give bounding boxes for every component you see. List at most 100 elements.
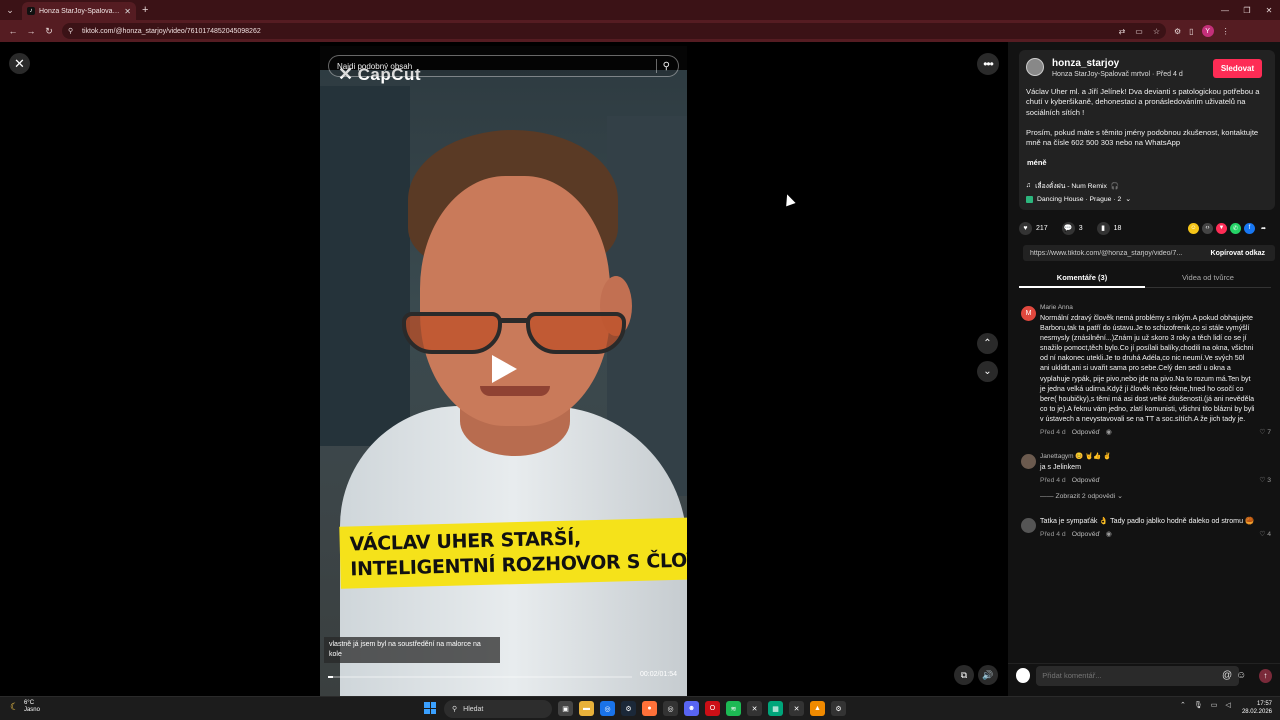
weather-widget[interactable]: ☾ 6°C Jasno bbox=[10, 700, 40, 714]
more-options-icon[interactable]: ••• bbox=[977, 53, 999, 75]
sidebar-icon[interactable]: ▯ bbox=[1189, 27, 1193, 36]
play-icon[interactable] bbox=[492, 355, 517, 383]
comment-time: Před 4 d bbox=[1040, 428, 1066, 436]
author-username[interactable]: honza_starjoy bbox=[1052, 58, 1119, 69]
windows-start-icon[interactable] bbox=[424, 702, 436, 714]
like-button[interactable]: ♥ 217 bbox=[1019, 221, 1048, 235]
location-link[interactable]: Dancing House · Prague · 2 ⌄ bbox=[1026, 195, 1131, 203]
forward-icon[interactable]: → bbox=[22, 22, 40, 40]
translate-icon[interactable]: ⇄ bbox=[1119, 27, 1126, 36]
steam-icon[interactable]: ⚙ bbox=[621, 701, 636, 716]
tray-chevron-icon[interactable]: ⌃ bbox=[1180, 701, 1186, 709]
taskbar-clock[interactable]: 17:57 28.02.2026 bbox=[1240, 700, 1272, 716]
browser-tab[interactable]: ♪ Honza StarJoy-Spalovač mrtvol ✕ bbox=[22, 2, 136, 20]
mention-icon[interactable]: @ bbox=[1222, 670, 1232, 681]
engagement-bar: ♥ 217 💬 3 ▮ 18 ☺ ‹› ▼ ✆ f ➦ bbox=[1019, 220, 1269, 236]
comment-like-button[interactable]: ♡ 7 bbox=[1259, 428, 1271, 436]
share-friends-icon[interactable]: ☺ bbox=[1188, 222, 1199, 234]
new-tab-icon[interactable]: + bbox=[142, 4, 148, 16]
close-icon[interactable]: ✕ bbox=[9, 53, 30, 74]
share-arrow-icon[interactable]: ➦ bbox=[1258, 223, 1269, 234]
extensions-icon[interactable]: ⚙ bbox=[1174, 27, 1181, 36]
comment-like-count: 4 bbox=[1267, 531, 1271, 539]
comment-composer: @ ☺ ↑ bbox=[1008, 663, 1280, 687]
spotify-icon[interactable]: ≋ bbox=[726, 701, 741, 716]
bookmark-star-icon[interactable]: ☆ bbox=[1153, 27, 1160, 36]
address-bar: ← → ↻ ⚲ tiktok.com/@honza_starjoy/video/… bbox=[0, 20, 1280, 42]
network-icon[interactable]: ▭ bbox=[1211, 701, 1218, 709]
reload-icon[interactable]: ↻ bbox=[40, 22, 58, 40]
microphone-icon[interactable]: 🎙 bbox=[1194, 701, 1203, 709]
chrome-icon[interactable]: ◎ bbox=[600, 701, 615, 716]
discord-icon[interactable]: ☻ bbox=[684, 701, 699, 716]
capcut-app-icon[interactable]: ✕ bbox=[747, 701, 762, 716]
facebook-icon[interactable]: f bbox=[1244, 222, 1255, 234]
cast-icon[interactable]: ▭ bbox=[1135, 27, 1143, 36]
reply-button[interactable]: Odpověď bbox=[1072, 429, 1100, 436]
comment-like-button[interactable]: ♡ 3 bbox=[1259, 476, 1271, 484]
vlc-icon[interactable]: ▲ bbox=[810, 701, 825, 716]
comment-meta: Před 4 d Odpověď ◉ ♡ 7 bbox=[1040, 428, 1271, 437]
window-close-icon[interactable]: ✕ bbox=[1258, 0, 1280, 20]
music-link[interactable]: ♫ เลื่องดั่งฝน - Num Remix 🎧 bbox=[1026, 180, 1119, 191]
whatsapp-icon[interactable]: ✆ bbox=[1230, 222, 1241, 234]
picture-in-picture-icon[interactable]: ⧉ bbox=[954, 665, 974, 685]
commenter-name[interactable]: Janettagym 😊 🤘👍 ✌ bbox=[1040, 452, 1271, 460]
file-explorer-icon[interactable]: ▬ bbox=[579, 701, 594, 716]
url-field[interactable]: ⚲ tiktok.com/@honza_starjoy/video/761017… bbox=[62, 23, 1166, 39]
video-background bbox=[320, 86, 410, 446]
author-avatar[interactable] bbox=[1026, 58, 1044, 76]
tab-creator-videos[interactable]: Videa od tvůrce bbox=[1145, 268, 1271, 288]
back-icon[interactable]: ← bbox=[4, 22, 22, 40]
description-paragraph-2: Prosím, pokud máte s těmito jmény podobn… bbox=[1026, 127, 1259, 148]
task-view-icon[interactable]: ▣ bbox=[558, 701, 573, 716]
commenter-avatar[interactable] bbox=[1021, 454, 1036, 470]
tab-close-icon[interactable]: ✕ bbox=[124, 7, 131, 16]
settings-app-icon[interactable]: ⚙ bbox=[831, 701, 846, 716]
taskbar-search[interactable]: ⚲ Hledat bbox=[444, 700, 552, 718]
comment-like-button[interactable]: ♡ 4 bbox=[1259, 530, 1271, 538]
commenter-avatar[interactable] bbox=[1021, 518, 1036, 534]
follow-button[interactable]: Sledovat bbox=[1213, 59, 1262, 78]
tab-comments[interactable]: Komentáře (3) bbox=[1019, 268, 1145, 288]
firefox-icon[interactable]: ● bbox=[642, 701, 657, 716]
minimize-icon[interactable]: — bbox=[1214, 0, 1236, 20]
app-icon[interactable]: ▦ bbox=[768, 701, 783, 716]
copy-link-button[interactable]: Kopírovat odkaz bbox=[1211, 250, 1275, 257]
maximize-icon[interactable]: ❐ bbox=[1236, 0, 1258, 20]
similar-content-search[interactable]: Najdi podobný obsah ⚲ bbox=[328, 55, 679, 77]
site-info-icon[interactable]: ⚲ bbox=[68, 27, 76, 35]
reply-button[interactable]: Odpověď bbox=[1072, 477, 1100, 484]
opera-icon[interactable]: O bbox=[705, 701, 720, 716]
embed-icon[interactable]: ‹› bbox=[1202, 222, 1213, 234]
profile-avatar[interactable]: Y bbox=[1201, 25, 1214, 37]
save-button[interactable]: ▮ 18 bbox=[1096, 221, 1121, 235]
my-avatar bbox=[1016, 668, 1031, 683]
comment-button[interactable]: 💬 3 bbox=[1061, 221, 1083, 235]
commenter-avatar[interactable]: M bbox=[1021, 306, 1036, 321]
previous-video-icon[interactable]: ⌃ bbox=[977, 333, 998, 354]
video-player[interactable]: ✕ CapCut Najdi podobný obsah ⚲ VÁCLAV UHE… bbox=[320, 46, 687, 696]
emoji-icon[interactable]: ☺ bbox=[1236, 670, 1246, 681]
next-video-icon[interactable]: ⌄ bbox=[977, 361, 998, 382]
video-progress-bar[interactable] bbox=[328, 676, 632, 678]
search-divider bbox=[655, 59, 657, 73]
taskbar-apps: ▣ ▬ ◎ ⚙ ● ◎ ☻ O ≋ ✕ ▦ ✕ ▲ ⚙ bbox=[558, 701, 846, 716]
reply-button[interactable]: Odpověď bbox=[1072, 531, 1100, 538]
search-icon[interactable]: ⚲ bbox=[663, 61, 670, 72]
speaker-icon[interactable]: ◁ bbox=[1225, 701, 1230, 709]
side-panel: honza_starjoy Honza StarJoy-Spalovač mrt… bbox=[1008, 42, 1280, 696]
commenter-name[interactable]: Marie Anna bbox=[1040, 304, 1271, 311]
comment-count: 3 bbox=[1078, 224, 1083, 232]
capcut-app-2-icon[interactable]: ✕ bbox=[789, 701, 804, 716]
show-less-link[interactable]: méně bbox=[1027, 158, 1047, 167]
comment-input[interactable] bbox=[1036, 665, 1239, 686]
send-comment-icon[interactable]: ↑ bbox=[1258, 668, 1272, 683]
chrome-profile-icon[interactable]: ◎ bbox=[663, 701, 678, 716]
video-link-text[interactable]: https://www.tiktok.com/@honza_starjoy/vi… bbox=[1023, 250, 1185, 257]
tab-search-icon[interactable]: ⌄ bbox=[0, 0, 20, 20]
share-tiktok-icon[interactable]: ▼ bbox=[1216, 222, 1227, 234]
browser-menu-icon[interactable]: ⋮ bbox=[1222, 27, 1230, 36]
view-replies-button[interactable]: —— Zobrazit 2 odpovědi ⌄ bbox=[1040, 492, 1271, 500]
volume-icon[interactable]: 🔊 bbox=[978, 665, 998, 685]
